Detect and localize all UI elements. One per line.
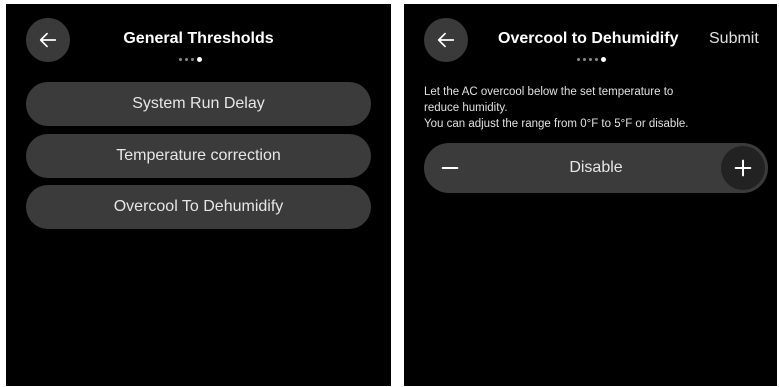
- overcool-to-dehumidify-screen: Overcool to Dehumidify Submit Let the AC…: [404, 4, 777, 386]
- stepper-value: Disable: [569, 159, 623, 176]
- menu-item-label: Overcool To Dehumidify: [113, 198, 284, 215]
- menu-item-label: Temperature correction: [116, 147, 281, 164]
- page-indicator: [577, 57, 606, 62]
- page-title: Overcool to Dehumidify: [498, 30, 679, 47]
- page-dot: [185, 58, 188, 61]
- overcool-stepper: Disable: [424, 143, 768, 193]
- canvas: General Thresholds System Run Delay Temp…: [0, 0, 779, 387]
- menu-item-temperature-correction[interactable]: Temperature correction: [26, 134, 371, 178]
- menu-item-system-run-delay[interactable]: System Run Delay: [26, 82, 371, 126]
- increment-button[interactable]: [721, 146, 765, 190]
- general-thresholds-screen: General Thresholds System Run Delay Temp…: [6, 4, 391, 386]
- back-button[interactable]: [424, 18, 468, 62]
- arrow-left-icon: [437, 32, 455, 48]
- page-dot: [179, 58, 182, 61]
- menu-item-overcool-to-dehumidify[interactable]: Overcool To Dehumidify: [26, 185, 371, 229]
- menu-item-label: System Run Delay: [132, 95, 265, 112]
- page-dot-active: [197, 57, 202, 62]
- description-line: You can adjust the range from 0°F to 5°F…: [424, 118, 689, 130]
- page-dot: [595, 58, 598, 61]
- description: Let the AC overcool below the set temper…: [424, 84, 769, 132]
- page-dot: [583, 58, 586, 61]
- page-dot: [577, 58, 580, 61]
- page-indicator: [179, 57, 202, 62]
- page-dot: [191, 58, 194, 61]
- page-title: General Thresholds: [123, 30, 274, 47]
- description-line: Let the AC overcool below the set temper…: [424, 86, 674, 98]
- page-dot-active: [601, 57, 606, 62]
- description-line: reduce humidity.: [424, 102, 508, 114]
- decrement-button[interactable]: [438, 156, 462, 180]
- page-dot: [589, 58, 592, 61]
- plus-icon: [734, 159, 752, 177]
- minus-icon: [441, 166, 459, 170]
- submit-button[interactable]: Submit: [709, 30, 759, 48]
